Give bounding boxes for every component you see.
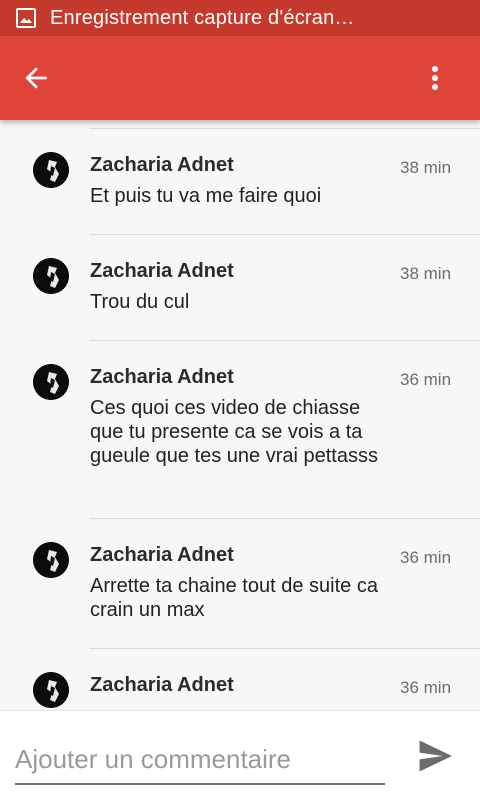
divider — [90, 648, 480, 649]
divider — [90, 340, 480, 341]
comment-text: Trou du cul — [90, 291, 190, 313]
more-vert-icon[interactable] — [422, 62, 448, 94]
comment-author[interactable]: Zacharia Adnet — [90, 544, 234, 567]
comment-time: 38 min — [400, 158, 452, 177]
avatar[interactable] — [33, 672, 69, 708]
comment-input[interactable] — [15, 739, 385, 779]
send-icon[interactable] — [416, 739, 454, 773]
divider — [90, 234, 480, 235]
avatar[interactable] — [33, 152, 69, 188]
comment-list[interactable]: Zacharia Adnet 38 min Et puis tu va me f… — [0, 120, 480, 710]
comment-author[interactable]: Zacharia Adnet — [90, 674, 234, 697]
comment-author[interactable]: Zacharia Adnet — [90, 260, 234, 283]
comment-text: Et puis tu va me faire quoi — [90, 185, 322, 207]
comment-text: Ces quoi ces video de chiasse que tu pre… — [90, 397, 378, 467]
image-icon — [16, 8, 36, 28]
back-arrow-icon[interactable] — [20, 62, 52, 94]
divider — [90, 518, 480, 519]
avatar[interactable] — [33, 542, 69, 578]
comment-text: Arrette ta chaine tout de suite ca crain… — [90, 575, 378, 621]
comment-author[interactable]: Zacharia Adnet — [90, 366, 234, 389]
comment-time: 38 min — [400, 264, 452, 283]
comment-composer — [0, 710, 480, 800]
avatar[interactable] — [33, 364, 69, 400]
comment-time: 36 min — [400, 370, 452, 389]
comment-author[interactable]: Zacharia Adnet — [90, 154, 234, 177]
divider — [90, 128, 480, 129]
comment-time: 36 min — [400, 548, 452, 567]
comment-time: 36 min — [400, 678, 452, 697]
app-bar — [0, 36, 480, 120]
status-bar: Enregistrement capture d'écran… — [0, 0, 480, 36]
avatar[interactable] — [33, 258, 69, 294]
status-title: Enregistrement capture d'écran… — [50, 6, 355, 29]
input-underline — [15, 783, 385, 785]
